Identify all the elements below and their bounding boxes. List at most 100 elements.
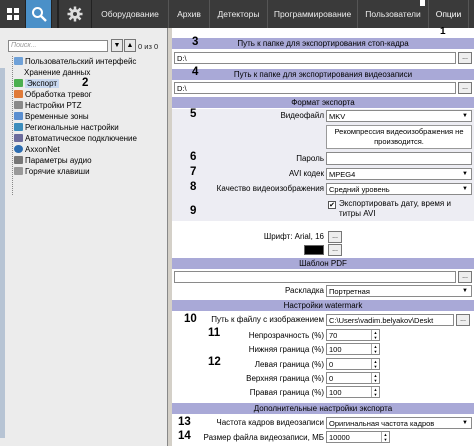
password-label: Пароль <box>296 154 324 163</box>
step-number-9: 9 <box>190 205 197 217</box>
opacity-label: Непрозрачность (%) <box>248 331 324 340</box>
search-input[interactable]: Поиск... <box>8 40 108 52</box>
tab-options-label: Опции <box>435 9 462 19</box>
gear-icon[interactable] <box>58 0 92 28</box>
frame-rate-label: Частота кадров видеозаписи <box>216 418 324 427</box>
settings-tree-panel: Поиск... ▼ ▲ 0 из 0 Пользовательский инт… <box>0 28 168 446</box>
connect-icon <box>14 134 23 142</box>
tree-item-ui[interactable]: Пользовательский интерфейс <box>14 56 136 67</box>
search-icon[interactable] <box>26 0 52 28</box>
frame-rate-select[interactable]: Оригинальная частота кадров ▼ <box>326 417 472 429</box>
image-path-input[interactable]: C:\Users\vadim.belyakov\Deskt <box>326 314 454 326</box>
stepper-arrows-icon[interactable]: ▲ ▼ <box>371 359 379 369</box>
snapshot-path-input[interactable]: D:\ <box>174 52 456 64</box>
bottom-border-value: 100 <box>329 345 342 354</box>
bottom-border-stepper[interactable]: 100 ▲ ▼ <box>326 343 380 355</box>
tree-item-autoconnect[interactable]: Автоматическое подключение <box>14 133 137 144</box>
stepper-arrows-icon[interactable]: ▲ ▼ <box>371 330 379 340</box>
grid-icon[interactable] <box>0 0 26 28</box>
right-border-value: 100 <box>329 388 342 397</box>
right-border-label: Правая граница (%) <box>249 388 324 397</box>
video-browse-button[interactable]: ... <box>458 82 472 94</box>
recompress-note: Рекомпрессия видеоизображения не произво… <box>326 125 472 149</box>
image-browse-button[interactable]: ... <box>456 314 470 326</box>
tab-equipment[interactable]: Оборудование <box>92 0 169 28</box>
window-icon <box>14 57 23 65</box>
tree-item-alarms[interactable]: Обработка тревог <box>14 89 92 100</box>
tree-item-ptz[interactable]: Настройки PTZ <box>14 100 82 111</box>
stepper-arrows-icon[interactable]: ▲ ▼ <box>371 373 379 383</box>
tab-options[interactable]: Опции <box>429 0 469 28</box>
pdf-template-header: Шаблон PDF <box>172 257 474 269</box>
tree-item-audio[interactable]: Параметры аудио <box>14 155 92 166</box>
video-path-header: Путь к папке для экспортирования видеоза… <box>172 68 474 80</box>
export-datetime-checkbox[interactable]: ✔ <box>328 201 336 209</box>
tree-item-timezones[interactable]: Временные зоны <box>14 111 89 122</box>
ptz-icon <box>14 101 23 109</box>
extra-settings-header: Дополнительные настройки экспорта <box>172 402 474 414</box>
export-icon <box>14 79 23 87</box>
export-datetime-label: Экспортировать дату, время и титры AVI <box>339 199 451 218</box>
max-size-label: Размер файла видеозаписи, МБ <box>203 433 325 442</box>
stepper-arrows-icon[interactable]: ▲ ▼ <box>371 387 379 397</box>
snapshot-browse-button[interactable]: ... <box>458 52 472 64</box>
pdf-browse-button[interactable]: ... <box>458 271 472 283</box>
layout-label: Раскладка <box>284 286 324 295</box>
tab-users[interactable]: Пользователи <box>358 0 429 28</box>
font-color-swatch[interactable] <box>304 245 324 255</box>
alarm-icon <box>14 90 23 98</box>
top-border-value: 0 <box>329 374 334 383</box>
calendar-icon <box>14 112 23 120</box>
step-number-1: 1 <box>440 26 446 37</box>
search-prev-button[interactable]: ▲ <box>124 39 136 52</box>
tab-detectors[interactable]: Детекторы <box>210 0 268 28</box>
video-quality-select[interactable]: Средний уровень ▼ <box>326 183 472 195</box>
opacity-stepper[interactable]: 70 ▲ ▼ <box>326 329 380 341</box>
chevron-down-icon: ▼ <box>462 186 468 192</box>
cloud-icon <box>14 145 23 153</box>
pdf-template-input[interactable] <box>174 271 456 283</box>
video-file-label: Видеофайл <box>280 111 324 120</box>
max-size-stepper[interactable]: 10000 ▲ ▼ <box>326 431 390 443</box>
bottom-border-label: Нижняя граница (%) <box>248 345 324 354</box>
tab-archive[interactable]: Архив <box>169 0 210 28</box>
font-select-button[interactable]: ... <box>328 231 342 243</box>
max-size-value: 10000 <box>329 433 350 442</box>
search-count: 0 из 0 <box>138 42 159 51</box>
tree-item-regional[interactable]: Региональные настройки <box>14 122 119 133</box>
keyboard-icon <box>14 167 23 175</box>
export-settings-form: Путь к папке для экспортирования стоп-ка… <box>172 28 474 446</box>
chevron-down-icon: ▼ <box>462 420 468 426</box>
font-label: Шрифт: Arial, 16 <box>263 232 324 241</box>
video-file-select[interactable]: MKV ▼ <box>326 110 472 122</box>
tree-item-export[interactable]: Экспорт <box>14 78 60 89</box>
avi-codec-select[interactable]: MPEG4 ▼ <box>326 168 472 180</box>
stepper-arrows-icon[interactable]: ▲ ▼ <box>371 344 379 354</box>
tree-item-axxonnet[interactable]: AxxonNet <box>14 144 60 155</box>
stepper-arrows-icon[interactable]: ▲ ▼ <box>381 432 389 442</box>
tree-item-storage[interactable]: Хранение данных <box>24 67 90 78</box>
left-scroll-edge[interactable] <box>0 68 5 438</box>
layout-select[interactable]: Портретная ▼ <box>326 285 472 297</box>
frame-rate-value: Оригинальная частота кадров <box>329 419 435 428</box>
tree-line <box>12 56 13 195</box>
chevron-down-icon: ▼ <box>462 288 468 294</box>
active-tab-indicator <box>420 0 425 6</box>
step-number-4: 4 <box>192 66 199 78</box>
right-border-stepper[interactable]: 100 ▲ ▼ <box>326 386 380 398</box>
chevron-down-icon: ▼ <box>462 171 468 177</box>
watermark-header: Настройки watermark <box>172 299 474 311</box>
tab-programming[interactable]: Программирование <box>268 0 358 28</box>
left-border-stepper[interactable]: 0 ▲ ▼ <box>326 358 380 370</box>
layout-value: Портретная <box>329 287 370 296</box>
video-path-input[interactable]: D:\ <box>174 82 456 94</box>
tree-item-hotkeys[interactable]: Горячие клавиши <box>14 166 90 177</box>
top-border-stepper[interactable]: 0 ▲ ▼ <box>326 372 380 384</box>
step-number-3: 3 <box>192 36 199 48</box>
password-field[interactable] <box>326 152 472 165</box>
avi-codec-label: AVI кодек <box>288 169 324 178</box>
font-color-button[interactable]: ... <box>328 244 342 256</box>
avi-codec-value: MPEG4 <box>329 170 356 179</box>
globe-icon <box>14 123 23 131</box>
search-next-button[interactable]: ▼ <box>111 39 123 52</box>
